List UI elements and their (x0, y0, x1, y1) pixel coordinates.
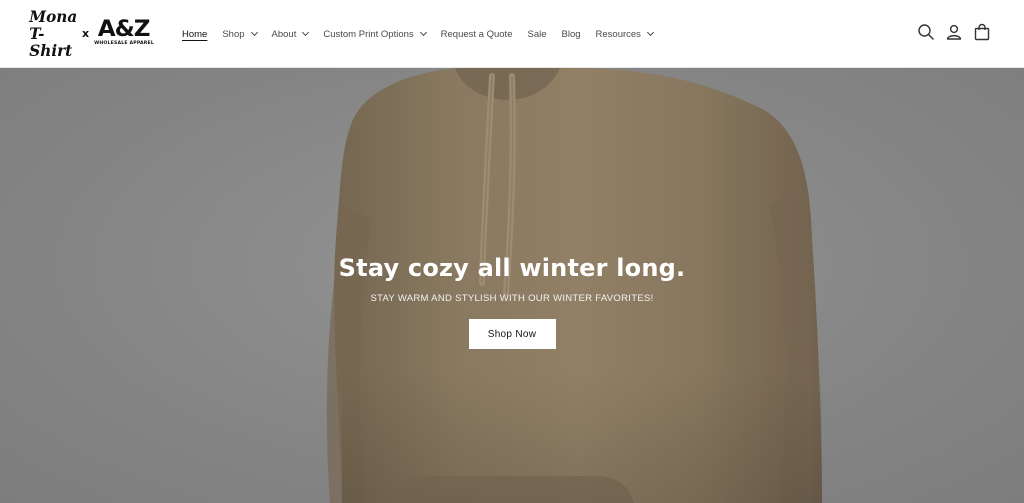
logo-separator: x (82, 26, 90, 40)
nav-item-custom-print-options[interactable]: Custom Print Options (323, 28, 427, 40)
site-logo[interactable]: Mona T-Shirt x A&Z WHOLESALE APPAREL (28, 8, 160, 59)
nav-item-label: Shop (222, 28, 245, 40)
site-header: Mona T-Shirt x A&Z WHOLESALE APPAREL Hom… (0, 0, 1024, 68)
nav-item-sale[interactable]: Sale (527, 29, 546, 40)
chevron-down-icon (250, 28, 258, 37)
nav-item-about[interactable]: About (271, 28, 310, 40)
nav-item-resources[interactable]: Resources (595, 28, 654, 40)
nav-item-label: Custom Print Options (323, 28, 414, 40)
hero-banner: Stay cozy all winter long. STAY WARM AND… (0, 68, 1024, 503)
hero-subtitle: STAY WARM AND STYLISH WITH OUR WINTER FA… (370, 293, 654, 304)
nav-item-request-a-quote[interactable]: Request a Quote (441, 29, 513, 40)
chevron-down-icon (419, 28, 427, 37)
nav-item-label: Sale (527, 28, 547, 40)
logo-script-line1: Mona (29, 6, 78, 26)
shop-now-button[interactable]: Shop Now (468, 319, 556, 349)
header-icons (908, 22, 992, 42)
account-icon[interactable] (944, 22, 964, 42)
nav-item-label: Home (182, 28, 208, 40)
nav-item-home[interactable]: Home (182, 29, 207, 40)
logo-script-line2: T-Shirt (29, 23, 73, 60)
nav-item-shop[interactable]: Shop (222, 28, 258, 40)
nav-item-label: Resources (595, 28, 641, 40)
logo-script-text: Mona T-Shirt (29, 8, 78, 59)
main-nav: Home Shop About Custom Print Options Req… (182, 0, 668, 68)
search-icon[interactable] (916, 22, 936, 42)
chevron-down-icon (646, 28, 654, 37)
nav-item-label: Blog (561, 28, 581, 40)
nav-item-label: Request a Quote (440, 28, 513, 40)
cart-icon[interactable] (972, 22, 992, 42)
nav-item-blog[interactable]: Blog (562, 29, 581, 40)
logo-brand-mark: A&Z (98, 17, 151, 42)
logo-brand: A&Z WHOLESALE APPAREL (94, 19, 154, 47)
nav-item-label: About (271, 28, 297, 40)
chevron-down-icon (302, 28, 310, 37)
hero-content: Stay cozy all winter long. STAY WARM AND… (0, 253, 1024, 349)
hero-title: Stay cozy all winter long. (338, 254, 686, 282)
